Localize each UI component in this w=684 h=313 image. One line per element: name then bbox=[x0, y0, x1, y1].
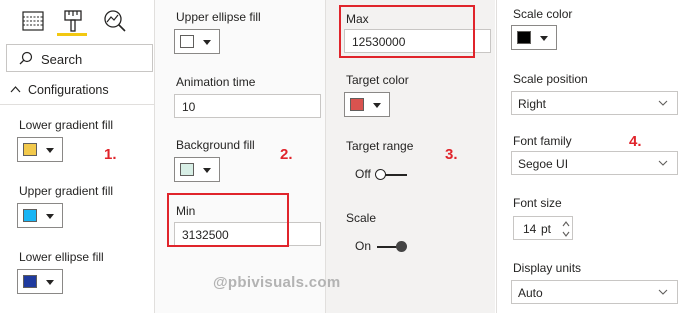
decrement-icon[interactable] bbox=[561, 229, 571, 239]
chevron-down-icon bbox=[373, 103, 381, 108]
increment-icon[interactable] bbox=[561, 219, 571, 229]
target-color-picker[interactable] bbox=[344, 92, 390, 117]
animation-time-label: Animation time bbox=[176, 75, 256, 89]
scale-position-value: Right bbox=[518, 97, 547, 111]
watermark-text: @pbivisuals.com bbox=[213, 274, 341, 291]
animation-time-value: 10 bbox=[182, 100, 196, 114]
color-swatch bbox=[517, 31, 531, 44]
color-swatch bbox=[180, 35, 194, 48]
background-fill-label: Background fill bbox=[176, 138, 255, 152]
step-marker-4: 4. bbox=[629, 133, 642, 150]
font-size-unit: pt bbox=[541, 222, 552, 236]
chevron-up-icon bbox=[10, 86, 21, 93]
font-family-label: Font family bbox=[513, 134, 572, 148]
animation-time-input[interactable]: 10 bbox=[174, 94, 321, 118]
target-range-label: Target range bbox=[346, 139, 414, 153]
scale-label: Scale bbox=[346, 211, 377, 225]
chevron-down-icon bbox=[46, 214, 54, 219]
color-swatch bbox=[23, 143, 37, 156]
color-swatch bbox=[180, 163, 194, 176]
divider bbox=[0, 104, 155, 105]
lower-gradient-fill-label: Lower gradient fill bbox=[19, 118, 114, 132]
chevron-down-icon bbox=[46, 148, 54, 153]
section-label: Configurations bbox=[28, 83, 109, 97]
search-icon bbox=[19, 51, 33, 65]
format-pane-column-2: Upper ellipse fill Animation time 10 Bac… bbox=[155, 0, 325, 313]
fields-icon[interactable] bbox=[21, 9, 45, 35]
chevron-down-icon bbox=[203, 168, 211, 173]
chevron-down-icon bbox=[658, 160, 668, 166]
font-family-value: Segoe UI bbox=[518, 157, 569, 171]
lower-ellipse-fill-label: Lower ellipse fill bbox=[19, 250, 104, 264]
format-paint-icon[interactable] bbox=[61, 9, 85, 35]
color-swatch bbox=[23, 209, 37, 222]
toggle-knob bbox=[396, 241, 407, 252]
chevron-down-icon bbox=[203, 40, 211, 45]
chevron-down-icon bbox=[658, 100, 668, 106]
display-units-label: Display units bbox=[513, 261, 582, 275]
format-pane-column-3: Max 12530000 Target color Target range 3… bbox=[325, 0, 495, 313]
toggle-state-label: On bbox=[355, 239, 372, 253]
scale-toggle[interactable]: On bbox=[355, 238, 435, 254]
target-range-toggle[interactable]: Off bbox=[355, 166, 435, 182]
toggle-knob bbox=[375, 169, 386, 180]
font-size-label: Font size bbox=[513, 196, 562, 210]
lower-ellipse-fill-picker[interactable] bbox=[17, 269, 63, 294]
font-size-value: 14 bbox=[523, 222, 537, 236]
chevron-down-icon bbox=[46, 280, 54, 285]
color-swatch bbox=[350, 98, 364, 111]
step-marker-3: 3. bbox=[445, 146, 458, 163]
format-pane-column-4: Scale color Scale position Right Font fa… bbox=[496, 0, 684, 313]
scale-color-label: Scale color bbox=[513, 7, 573, 21]
upper-ellipse-fill-label: Upper ellipse fill bbox=[176, 10, 261, 24]
analytics-icon[interactable] bbox=[103, 9, 127, 35]
lower-gradient-fill-picker[interactable] bbox=[17, 137, 63, 162]
upper-gradient-fill-label: Upper gradient fill bbox=[19, 184, 114, 198]
min-highlight-box bbox=[167, 193, 289, 247]
font-family-select[interactable]: Segoe UI bbox=[511, 151, 678, 175]
configurations-section-header[interactable]: Configurations bbox=[6, 80, 146, 102]
display-units-select[interactable]: Auto bbox=[511, 280, 678, 304]
format-pane-column-1: Search Configurations Lower gradient fil… bbox=[0, 0, 155, 313]
toggle-state-label: Off bbox=[355, 167, 371, 181]
scale-color-picker[interactable] bbox=[511, 25, 557, 50]
active-tab-indicator bbox=[57, 33, 87, 36]
upper-ellipse-fill-picker[interactable] bbox=[174, 29, 220, 54]
scale-position-select[interactable]: Right bbox=[511, 91, 678, 115]
search-placeholder: Search bbox=[41, 52, 83, 67]
font-size-stepper[interactable]: 14 pt bbox=[513, 216, 573, 240]
max-highlight-box bbox=[339, 5, 475, 58]
scale-position-label: Scale position bbox=[513, 72, 588, 86]
step-marker-1: 1. bbox=[104, 146, 117, 163]
color-swatch bbox=[23, 275, 37, 288]
chevron-down-icon bbox=[540, 36, 548, 41]
target-color-label: Target color bbox=[346, 73, 409, 87]
display-units-value: Auto bbox=[518, 286, 543, 300]
upper-gradient-fill-picker[interactable] bbox=[17, 203, 63, 228]
search-input[interactable]: Search bbox=[6, 44, 153, 72]
background-fill-picker[interactable] bbox=[174, 157, 220, 182]
chevron-down-icon bbox=[658, 289, 668, 295]
step-marker-2: 2. bbox=[280, 146, 293, 163]
